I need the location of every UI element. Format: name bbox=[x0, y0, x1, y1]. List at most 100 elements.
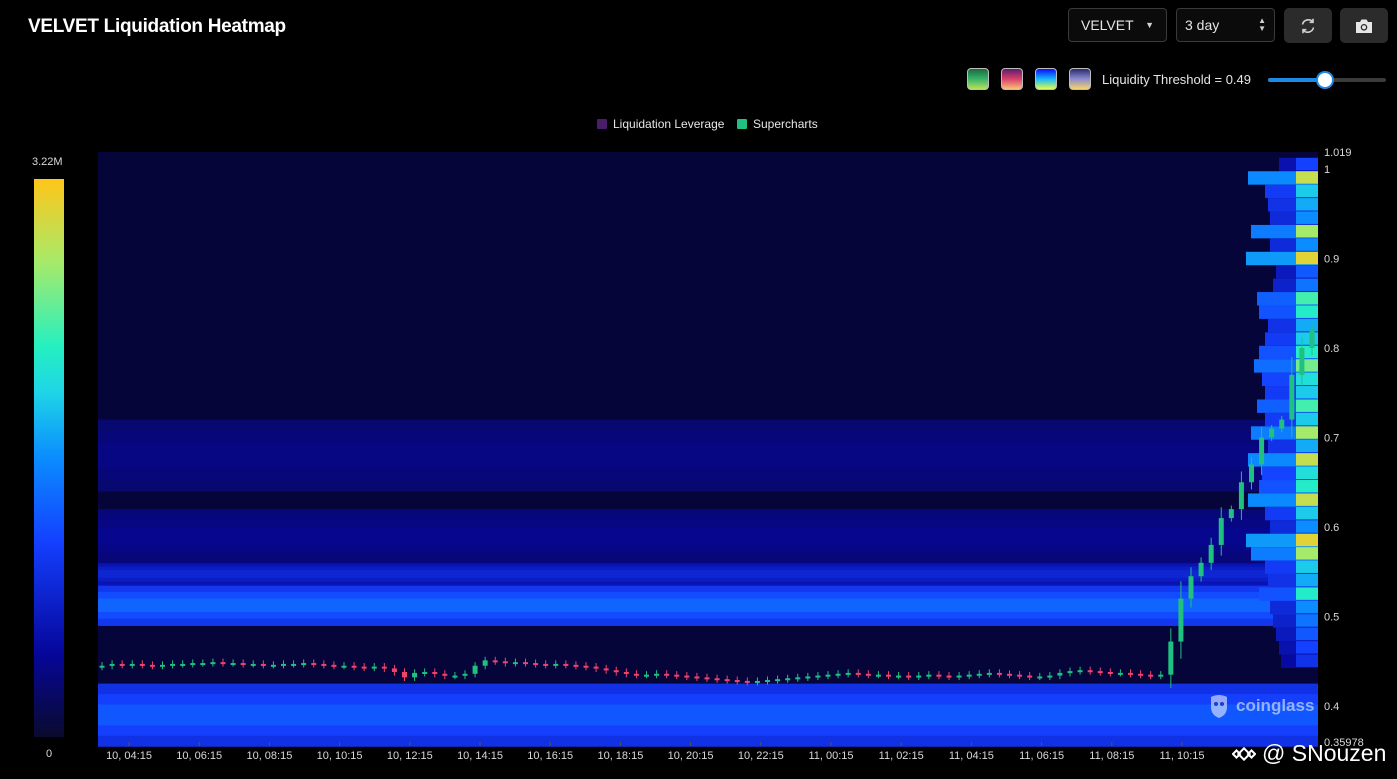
heat-cell bbox=[1296, 372, 1318, 386]
x-tick-label: 10, 08:15 bbox=[246, 750, 292, 762]
heat-band bbox=[98, 735, 1318, 747]
candle bbox=[402, 671, 407, 678]
y-tick-label: 0.6 bbox=[1324, 522, 1339, 534]
binance-logo bbox=[1232, 746, 1256, 761]
candle bbox=[593, 666, 599, 669]
candle bbox=[603, 668, 609, 671]
candle bbox=[533, 663, 539, 666]
heat-band bbox=[98, 431, 1318, 444]
candle bbox=[200, 663, 206, 666]
heat-cell bbox=[1296, 265, 1318, 278]
candle bbox=[170, 663, 176, 666]
candle bbox=[1269, 428, 1275, 438]
candle bbox=[1087, 670, 1093, 673]
candle bbox=[1037, 676, 1043, 679]
heat-band bbox=[98, 562, 1318, 568]
heat-band bbox=[98, 694, 1318, 706]
candle bbox=[886, 674, 891, 677]
heat-cell bbox=[1296, 305, 1318, 318]
heat-cell bbox=[1296, 278, 1318, 292]
heat-band bbox=[98, 527, 1318, 537]
heat-band bbox=[98, 598, 1318, 606]
candle bbox=[149, 664, 155, 667]
coinglass-watermark: coinglass bbox=[1208, 693, 1314, 719]
heat-cell bbox=[1296, 184, 1318, 198]
candle bbox=[341, 665, 347, 668]
heat-cell bbox=[1296, 520, 1318, 533]
y-tick-label: 0.4 bbox=[1324, 701, 1339, 713]
candle bbox=[986, 672, 992, 675]
candle bbox=[654, 673, 660, 676]
x-tick-label: 10, 10:15 bbox=[317, 750, 363, 762]
heat-cell bbox=[1296, 453, 1318, 466]
heat-cell bbox=[1296, 426, 1318, 439]
heat-band bbox=[98, 553, 1318, 564]
heat-band bbox=[98, 573, 1318, 579]
heat-band bbox=[98, 467, 1318, 480]
candle bbox=[442, 673, 448, 676]
candle bbox=[422, 671, 428, 674]
heat-band bbox=[98, 725, 1318, 737]
y-tick-label: 0.8 bbox=[1324, 343, 1339, 355]
candle bbox=[936, 674, 942, 677]
candle bbox=[805, 676, 811, 679]
candle bbox=[109, 663, 115, 666]
candle bbox=[704, 677, 710, 680]
candle bbox=[180, 663, 186, 666]
y-tick-label: 0.5 bbox=[1324, 612, 1339, 624]
candle bbox=[502, 661, 508, 664]
candle bbox=[1309, 330, 1315, 349]
candle bbox=[956, 675, 962, 678]
heat-band bbox=[98, 443, 1318, 456]
heat-band bbox=[98, 509, 1318, 519]
candle bbox=[946, 675, 952, 678]
heat-cell bbox=[1296, 211, 1318, 224]
candle bbox=[119, 663, 125, 666]
heat-band bbox=[98, 581, 1318, 586]
candle bbox=[664, 673, 670, 676]
candle bbox=[1027, 675, 1033, 678]
credit-text: @ SNouzen bbox=[1262, 740, 1387, 766]
candle bbox=[381, 666, 387, 669]
candle bbox=[754, 680, 760, 683]
heat-cell bbox=[1296, 533, 1318, 547]
candle bbox=[331, 664, 337, 667]
x-tick-label: 11, 10:15 bbox=[1159, 750, 1204, 762]
candle bbox=[684, 675, 690, 678]
candle bbox=[1128, 672, 1133, 675]
candle bbox=[865, 673, 871, 676]
heat-band bbox=[98, 714, 1318, 726]
candle bbox=[432, 671, 438, 674]
heat-cell bbox=[1296, 493, 1318, 506]
x-tick-label: 10, 12:15 bbox=[387, 750, 433, 762]
x-tick-label: 11, 04:15 bbox=[949, 750, 994, 762]
candle bbox=[1188, 576, 1194, 599]
y-tick-label: 0.9 bbox=[1324, 254, 1339, 266]
candle bbox=[291, 663, 297, 666]
heat-band bbox=[98, 618, 1318, 626]
heat-cell bbox=[1296, 560, 1318, 573]
heat-cell bbox=[1296, 547, 1318, 560]
candle bbox=[734, 680, 740, 683]
candle bbox=[1208, 544, 1214, 563]
candle bbox=[250, 663, 256, 666]
heat-band bbox=[98, 585, 1318, 593]
coinglass-logo bbox=[1211, 695, 1227, 718]
heat-cell bbox=[1296, 614, 1318, 627]
heat-band bbox=[98, 535, 1318, 546]
candle bbox=[1218, 518, 1224, 545]
candle bbox=[391, 668, 397, 672]
x-tick-label: 10, 04:15 bbox=[106, 750, 152, 762]
heat-band bbox=[98, 570, 1318, 575]
candle bbox=[482, 660, 488, 666]
heat-cell bbox=[1296, 386, 1318, 399]
candle bbox=[1057, 672, 1063, 676]
heat-cell bbox=[1296, 157, 1318, 171]
heat-band bbox=[98, 455, 1318, 468]
candle bbox=[1299, 348, 1305, 375]
heatmap-plot[interactable]: 1.01910.90.80.70.60.50.40.35978 10, 04:1… bbox=[0, 0, 1397, 779]
candle bbox=[1178, 598, 1184, 642]
heat-band bbox=[98, 518, 1318, 528]
candle bbox=[129, 663, 135, 666]
y-tick-label: 0.7 bbox=[1324, 433, 1339, 445]
